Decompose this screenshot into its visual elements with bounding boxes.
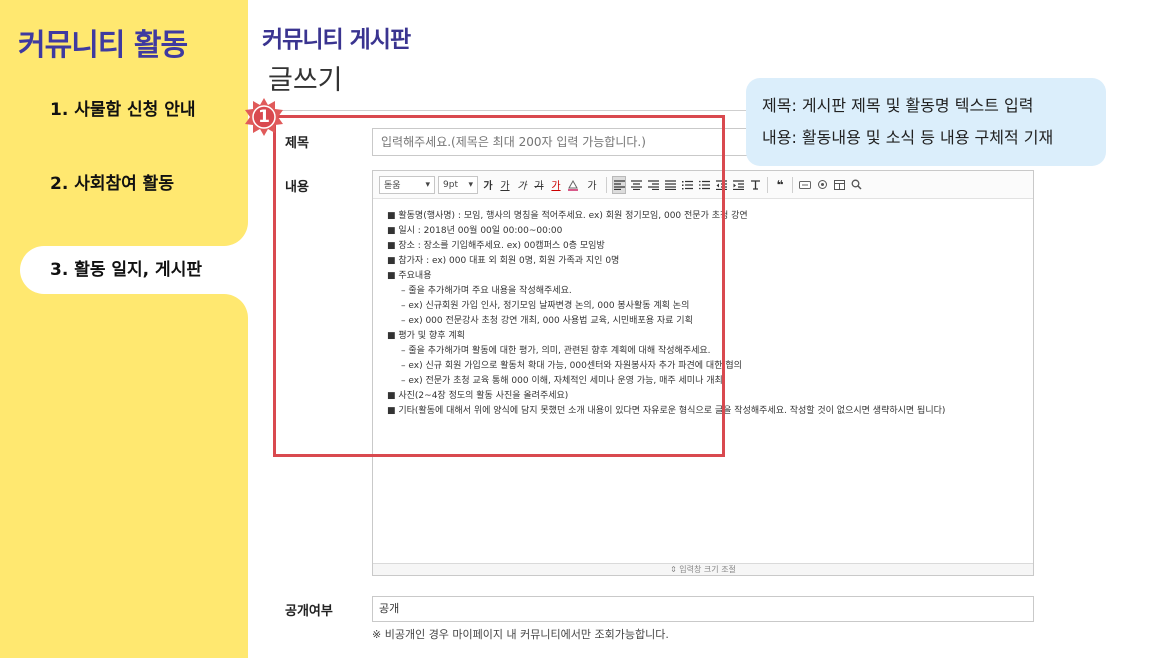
search-icon[interactable]: [849, 176, 863, 194]
text-format-icon[interactable]: [748, 176, 762, 194]
page-title: 커뮤니티 게시판: [262, 27, 411, 53]
public-select[interactable]: 공개: [372, 596, 1034, 622]
sidebar-item-social[interactable]: 2. 사회참여 활동: [0, 160, 248, 208]
callout-line-content: 내용: 활동내용 및 소식 등 내용 구체적 기재: [762, 128, 1054, 147]
public-note: ※ 비공개인 경우 마이페이지 내 커뮤니티에서만 조회가능합니다.: [372, 628, 669, 641]
quote-icon[interactable]: ❝: [773, 176, 787, 194]
sidebar-title: 커뮤니티 활동: [18, 28, 188, 63]
sidebar-item-locker[interactable]: 1. 사물함 신청 안내: [0, 86, 248, 134]
special-char-icon[interactable]: [815, 176, 829, 194]
link-icon[interactable]: [798, 176, 812, 194]
tab-curve-bottom: [200, 294, 248, 318]
table-icon[interactable]: [832, 176, 846, 194]
annotation-callout: 제목: 게시판 제목 및 활동명 텍스트 입력 내용: 활동내용 및 소식 등 …: [746, 78, 1106, 166]
page-subtitle: 글쓰기: [268, 65, 343, 96]
annotation-number: 1: [258, 107, 270, 127]
indent-icon[interactable]: [731, 176, 745, 194]
sidebar: 커뮤니티 활동 1. 사물함 신청 안내 2. 사회참여 활동 3. 활동 일지…: [0, 0, 248, 658]
public-label: 공개여부: [285, 604, 333, 619]
callout-line-title: 제목: 게시판 제목 및 활동명 텍스트 입력: [762, 96, 1034, 115]
annotation-highlight-box: [273, 115, 725, 457]
sidebar-item-board[interactable]: 3. 활동 일지, 게시판: [20, 246, 248, 294]
tab-curve-top: [200, 222, 248, 246]
editor-resize-handle[interactable]: ⇕ 입력창 크기 조절: [373, 563, 1033, 575]
toolbar-divider: [767, 176, 768, 193]
toolbar-divider: [792, 176, 793, 193]
